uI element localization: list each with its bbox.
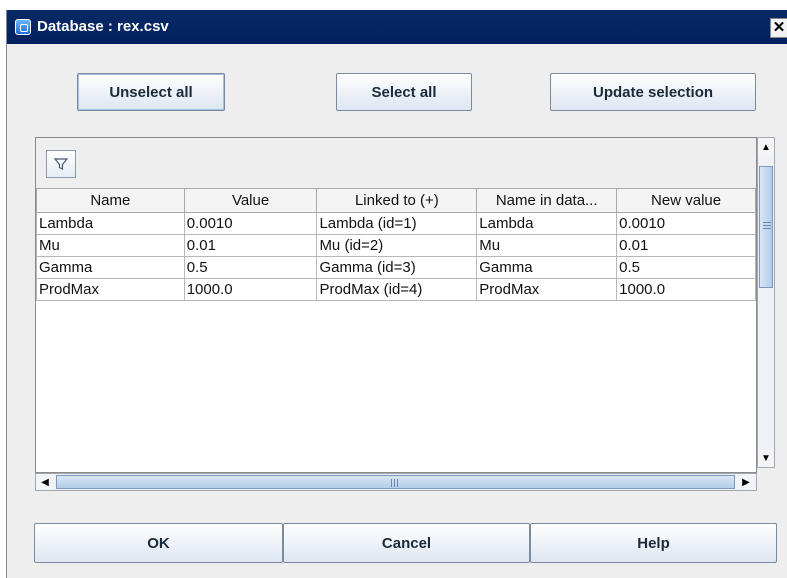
cell-value[interactable]: 0.01 [183,234,318,257]
cell-value[interactable]: 1000.0 [183,278,318,301]
ok-button[interactable]: OK [34,523,283,563]
close-button[interactable]: ✕ [770,18,787,38]
cell-name[interactable]: Mu [36,234,185,257]
column-header-linked-to[interactable]: Linked to (+) [316,188,478,213]
table-header-row: Name Value Linked to (+) Name in data...… [36,188,756,213]
cell-new-value[interactable]: 0.0010 [616,212,756,235]
vertical-scrollbar[interactable]: ▲ ▼ [757,137,775,468]
database-dialog: Database : rex.csv ✕ Unselect all Select… [6,10,787,578]
help-button[interactable]: Help [530,523,777,563]
filter-button[interactable] [46,150,76,178]
cancel-button[interactable]: Cancel [283,523,530,563]
table-panel: Name Value Linked to (+) Name in data...… [35,137,757,473]
scroll-left-icon[interactable]: ◀ [37,474,53,490]
table-row[interactable]: Mu 0.01 Mu (id=2) Mu 0.01 [36,234,756,257]
cell-name[interactable]: Gamma [36,256,185,279]
app-window-icon [15,19,31,35]
cell-new-value[interactable]: 0.01 [616,234,756,257]
table-row[interactable]: Lambda 0.0010 Lambda (id=1) Lambda 0.001… [36,212,756,235]
scroll-up-icon[interactable]: ▲ [758,138,774,156]
filter-icon [53,158,69,170]
column-header-name-in-data[interactable]: Name in data... [476,188,618,213]
cell-new-value[interactable]: 1000.0 [616,278,756,301]
cell-name-in-data[interactable]: Lambda [476,212,618,235]
cell-linked-to[interactable]: Lambda (id=1) [316,212,478,235]
window-title: Database : rex.csv [37,18,169,35]
vertical-scroll-thumb[interactable] [759,166,773,288]
cell-name-in-data[interactable]: ProdMax [476,278,618,301]
cell-linked-to[interactable]: Mu (id=2) [316,234,478,257]
cell-name-in-data[interactable]: Mu [476,234,618,257]
cell-value[interactable]: 0.5 [183,256,318,279]
scroll-down-icon[interactable]: ▼ [758,449,774,467]
horizontal-scroll-thumb[interactable] [56,475,735,489]
unselect-all-button[interactable]: Unselect all [77,73,225,111]
cell-name-in-data[interactable]: Gamma [476,256,618,279]
column-header-new-value[interactable]: New value [616,188,756,213]
cell-name[interactable]: ProdMax [36,278,185,301]
horizontal-scrollbar[interactable]: ◀ ▶ [35,473,757,491]
column-header-value[interactable]: Value [183,188,318,213]
title-bar[interactable]: Database : rex.csv ✕ [7,10,787,44]
update-selection-button[interactable]: Update selection [550,73,756,111]
parameter-table: Name Value Linked to (+) Name in data...… [36,188,756,301]
cell-name[interactable]: Lambda [36,212,185,235]
scroll-right-icon[interactable]: ▶ [738,474,754,490]
column-header-name[interactable]: Name [36,188,185,213]
table-toolbar [36,138,756,188]
cell-new-value[interactable]: 0.5 [616,256,756,279]
table-row[interactable]: ProdMax 1000.0 ProdMax (id=4) ProdMax 10… [36,278,756,301]
cell-linked-to[interactable]: Gamma (id=3) [316,256,478,279]
table-row[interactable]: Gamma 0.5 Gamma (id=3) Gamma 0.5 [36,256,756,279]
cell-value[interactable]: 0.0010 [183,212,318,235]
select-all-button[interactable]: Select all [336,73,472,111]
cell-linked-to[interactable]: ProdMax (id=4) [316,278,478,301]
